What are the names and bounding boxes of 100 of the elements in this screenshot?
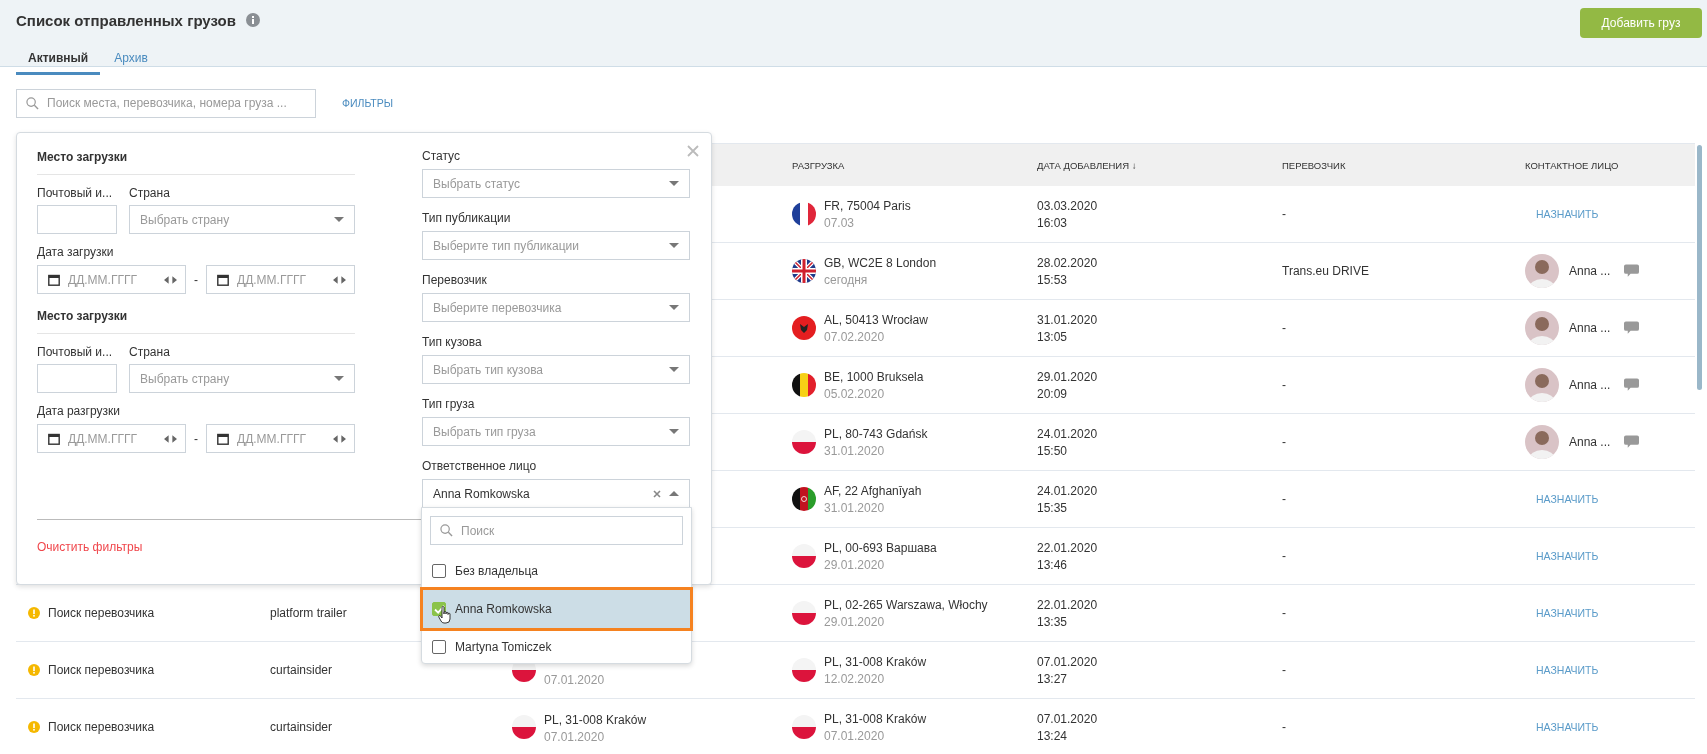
flag-icon bbox=[792, 601, 816, 625]
caret-icon bbox=[669, 490, 679, 497]
flag-icon bbox=[792, 715, 816, 739]
info-icon[interactable] bbox=[245, 13, 260, 27]
column-header[interactable]: ПЕРЕВОЗЧИК bbox=[1282, 159, 1525, 171]
trailer-type: curtainsider bbox=[270, 720, 333, 734]
status-text: Поиск перевозчика bbox=[48, 606, 155, 620]
unloading-date: 05.02.2020 bbox=[824, 386, 886, 401]
added-date: 22.01.2020 bbox=[1037, 540, 1098, 555]
dropdown-select[interactable]: Выбрать статус bbox=[422, 169, 690, 198]
caret-icon bbox=[669, 428, 679, 435]
stepper-icon bbox=[164, 275, 177, 284]
tab[interactable]: Активный bbox=[16, 46, 101, 75]
dropdown-select[interactable]: Выберите тип публикации bbox=[422, 231, 690, 260]
carrier-name: Trans.eu DRIVE bbox=[1282, 264, 1369, 278]
stepper-icon bbox=[333, 434, 346, 443]
unloading-date: 07.03 bbox=[824, 215, 856, 230]
added-time: 20:09 bbox=[1037, 386, 1068, 401]
assign-link[interactable]: НАЗНАЧИТЬ bbox=[1536, 493, 1599, 505]
loading-date: 07.01.2020 bbox=[544, 730, 606, 744]
added-time: 13:05 bbox=[1037, 329, 1068, 344]
search-field[interactable]: Поиск места, перевозчика, номера груза ... bbox=[16, 88, 316, 118]
checkbox[interactable] bbox=[432, 640, 446, 654]
dropdown-select[interactable]: Выбрать тип кузова bbox=[422, 355, 690, 384]
date-field[interactable]: ДД.ММ.ГГГГ bbox=[206, 265, 355, 294]
column-header[interactable]: КОНТАКТНОЕ ЛИЦО bbox=[1525, 159, 1695, 171]
field-label: Почтовый и... bbox=[37, 345, 114, 359]
dropdown-option[interactable]: Anna Romkowska bbox=[420, 587, 693, 631]
status-text: Поиск перевозчика bbox=[48, 720, 155, 734]
calendar-icon bbox=[48, 273, 60, 286]
assign-link[interactable]: НАЗНАЧИТЬ bbox=[1536, 550, 1599, 562]
close-icon[interactable] bbox=[687, 145, 699, 157]
chat-icon[interactable] bbox=[1624, 321, 1640, 335]
add-cargo-button[interactable]: Добавить груз bbox=[1580, 8, 1702, 38]
unloading-place: AL, 50413 Wrocław bbox=[824, 312, 928, 327]
added-date: 28.02.2020 bbox=[1037, 255, 1098, 270]
added-time: 16:03 bbox=[1037, 215, 1068, 230]
contact-name: Anna ... bbox=[1569, 264, 1611, 278]
country-select[interactable]: Выбрать страну bbox=[129, 364, 355, 393]
filters-link[interactable]: ФИЛЬТРЫ bbox=[342, 97, 393, 109]
postal-code-field[interactable] bbox=[37, 205, 117, 234]
flag-icon bbox=[792, 316, 816, 340]
date-field[interactable]: ДД.ММ.ГГГГ bbox=[206, 424, 355, 453]
unloading-date: 29.01.2020 bbox=[824, 557, 886, 572]
dropdown-option[interactable]: Martyna Tomiczek bbox=[422, 631, 691, 663]
search-field[interactable]: Поиск bbox=[430, 516, 683, 545]
added-date: 29.01.2020 bbox=[1037, 369, 1098, 384]
carrier-name: - bbox=[1282, 378, 1286, 392]
added-date: 22.01.2020 bbox=[1037, 597, 1098, 612]
column-header[interactable]: ДАТА ДОБАВЛЕНИЯ ↓ bbox=[1037, 159, 1282, 171]
carrier-name: - bbox=[1282, 435, 1286, 449]
chat-icon[interactable] bbox=[1624, 378, 1640, 392]
contact-name: Anna ... bbox=[1569, 435, 1611, 449]
loading-date: 07.01.2020 bbox=[544, 673, 605, 687]
flag-icon bbox=[792, 373, 816, 397]
field-label: Перевозчик bbox=[422, 273, 488, 287]
added-time: 15:35 bbox=[1037, 500, 1068, 515]
flag-icon bbox=[792, 487, 816, 511]
tab[interactable]: Архив bbox=[102, 46, 160, 75]
chat-icon[interactable] bbox=[1624, 435, 1640, 449]
unloading-date: 07.02.2020 bbox=[824, 329, 886, 344]
dropdown-select[interactable]: Выбрать тип груза bbox=[422, 417, 690, 446]
assign-link[interactable]: НАЗНАЧИТЬ bbox=[1536, 664, 1599, 676]
clear-filters-link[interactable]: Очистить фильтры bbox=[37, 540, 355, 554]
date-field[interactable]: ДД.ММ.ГГГГ bbox=[37, 265, 186, 294]
checkbox[interactable] bbox=[432, 564, 446, 578]
caret-icon bbox=[334, 375, 344, 382]
unloading-place: PL, 80-743 Gdańsk bbox=[824, 426, 928, 441]
dropdown-select[interactable]: Выберите перевозчика bbox=[422, 293, 690, 322]
field-label: Статус bbox=[422, 149, 461, 163]
country-select[interactable]: Выбрать страну bbox=[129, 205, 355, 234]
stepper-icon bbox=[164, 434, 177, 443]
avatar-icon bbox=[1525, 254, 1559, 288]
caret-icon bbox=[669, 304, 679, 311]
person-select[interactable]: Anna Romkowska bbox=[422, 479, 690, 508]
clear-icon[interactable] bbox=[653, 489, 661, 498]
flag-icon bbox=[792, 658, 816, 682]
scrollbar[interactable] bbox=[1697, 145, 1702, 390]
unloading-date: 29.01.2020 bbox=[824, 614, 886, 629]
assign-link[interactable]: НАЗНАЧИТЬ bbox=[1536, 208, 1599, 220]
date-field[interactable]: ДД.ММ.ГГГГ bbox=[37, 424, 186, 453]
carrier-name: - bbox=[1282, 720, 1286, 734]
dropdown-option[interactable]: Без владельца bbox=[422, 555, 691, 587]
assign-link[interactable]: НАЗНАЧИТЬ bbox=[1536, 607, 1599, 619]
assign-link[interactable]: НАЗНАЧИТЬ bbox=[1536, 721, 1599, 733]
page-title: Список отправленных грузов bbox=[16, 11, 236, 29]
flag-icon bbox=[512, 715, 536, 739]
chat-icon[interactable] bbox=[1624, 264, 1640, 278]
column-header[interactable]: РАЗГРУЗКА bbox=[792, 159, 1037, 171]
unloading-place: PL, 31-008 Kraków bbox=[824, 654, 927, 669]
date-separator: - bbox=[194, 431, 198, 446]
field-label: Дата загрузки bbox=[37, 245, 115, 259]
avatar-icon bbox=[1525, 311, 1559, 345]
avatar-icon bbox=[1525, 425, 1559, 459]
section-title: Место загрузки bbox=[37, 308, 355, 334]
unloading-place: PL, 00-693 Варшава bbox=[824, 540, 937, 555]
loading-place: PL, 31-008 Kraków bbox=[544, 713, 647, 727]
field-label: Дата разгрузки bbox=[37, 404, 121, 418]
postal-code-field[interactable] bbox=[37, 364, 117, 393]
unloading-date: 31.01.2020 bbox=[824, 443, 886, 458]
